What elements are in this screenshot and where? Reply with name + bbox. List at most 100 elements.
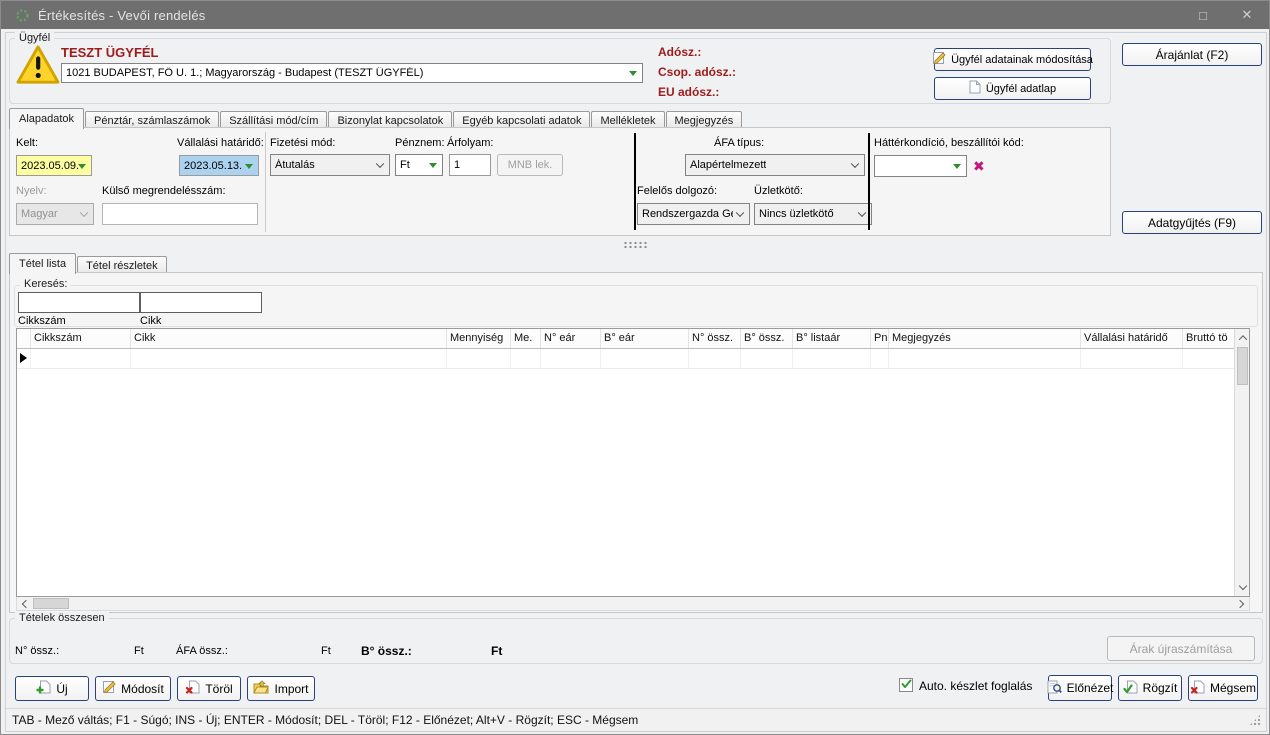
currency-select[interactable]: Ft [395,154,443,176]
resize-grip[interactable] [1249,714,1261,726]
language-select[interactable]: Magyar [16,203,94,225]
agent-select[interactable]: Nincs üzletkötő [754,203,872,225]
delete-icon [185,680,200,697]
language-value: Magyar [21,208,58,220]
date-field[interactable]: 2023.05.09. [16,155,92,176]
cancel-icon [1190,680,1205,697]
background-condition-select[interactable] [874,155,967,177]
tab-alapadatok[interactable]: Alapadatok [9,108,85,129]
save-icon [1123,680,1138,697]
background-condition-label: Háttérkondíció, beszállítói kód: [874,137,1024,149]
customer-modify-label: Ügyfél adatainak módosítása [951,53,1093,66]
close-button[interactable]: ✕ [1225,1,1269,29]
customer-group-label: Ügyfél [15,32,55,44]
exchange-rate-input[interactable]: 1 [449,154,491,176]
horizontal-scrollbar[interactable] [16,597,1250,611]
responsible-select[interactable]: Rendszergazda Ge [637,203,750,225]
customer-address-select[interactable]: 1021 BUDAPEST, FŐ U. 1.; Magyarország - … [61,63,643,83]
basic-data-panel: Kelt: 2023.05.09. Vállalási határidő: 20… [9,127,1111,236]
items-table: Cikkszám Cikk Mennyiség Me. N° eár B° eá… [16,328,1250,597]
status-bar-text: TAB - Mező váltás; F1 - Súgó; INS - Új; … [12,713,639,727]
col-vallalasi-hatarido[interactable]: Vállalási határidő [1081,329,1183,348]
app-window: Értékesítés - Vevői rendelés □ ✕ Ügyfél … [0,0,1270,735]
auto-stock-label[interactable]: Auto. készlet foglalás [919,679,1032,693]
vat-total-label: ÁFA össz.: [176,645,228,657]
tab-tetel-lista[interactable]: Tétel lista [9,253,77,274]
group-tax-number-label: Csop. adósz.: [658,65,737,79]
deadline-field[interactable]: 2023.05.13. [179,155,259,176]
recalculate-prices-button[interactable]: Árak újraszámítása [1107,636,1255,661]
col-brutto-listaar[interactable]: B° listaár [793,329,871,348]
vat-type-value: Alapértelmezett [690,159,767,171]
scroll-down-icon[interactable] [1235,580,1249,595]
vertical-scrollbar-thumb[interactable] [1237,347,1248,385]
splitter-handle[interactable] [9,240,1263,249]
responsible-label: Felelős dolgozó: [637,185,718,197]
external-order-input[interactable] [102,203,258,225]
chevron-down-icon [850,159,860,169]
col-me[interactable]: Me. [511,329,541,348]
table-row[interactable] [17,349,1249,369]
payment-method-select[interactable]: Átutalás [270,154,390,176]
data-collection-label: Adatgyűjtés (F9) [1147,215,1237,230]
new-item-button[interactable]: Új [15,676,89,701]
preview-button[interactable]: Előnézet [1047,675,1113,701]
customer-datasheet-button[interactable]: Ügyfél adatlap [934,77,1091,100]
payment-method-value: Átutalás [275,159,315,171]
responsible-value: Rendszergazda Ge [642,208,733,220]
tax-number-label: Adósz.: [658,45,702,59]
chevron-down-icon [629,71,637,76]
col-brutto-egysegar[interactable]: B° eár [601,329,689,348]
totals-group-label: Tételek összesen [15,612,109,624]
import-icon [253,680,270,697]
deadline-label: Vállalási határidő: [177,137,264,149]
modify-item-button[interactable]: Módosít [95,676,171,701]
vat-type-select[interactable]: Alapértelmezett [685,154,865,176]
chevron-down-icon [375,159,385,169]
recalculate-prices-label: Árak újraszámítása [1129,641,1233,656]
search-name-input[interactable] [140,292,262,313]
col-brutto-tomeg[interactable]: Bruttó tö [1183,329,1234,348]
col-brutto-osszesen[interactable]: B° össz. [741,329,793,348]
items-table-header: Cikkszám Cikk Mennyiség Me. N° eár B° eá… [17,329,1249,349]
main-tabstrip: Alapadatok Pénztár, számlaszámok Szállítás… [9,108,743,129]
scroll-right-icon[interactable] [1234,596,1249,611]
col-netto-egysegar[interactable]: N° eár [541,329,601,348]
eu-tax-number-label: EU adósz.: [658,85,720,99]
col-cikk[interactable]: Cikk [131,329,447,348]
add-icon [36,680,51,697]
col-pn[interactable]: Pn. [871,329,889,348]
net-total-currency: Ft [134,645,144,657]
window-title: Értékesítés - Vevői rendelés [38,7,206,23]
search-code-label: Cikkszám [18,315,66,327]
scroll-up-icon[interactable] [1235,330,1249,345]
search-name-label: Cikk [140,315,162,327]
horizontal-scrollbar-thumb[interactable] [33,598,69,609]
cancel-button[interactable]: Mégsem [1188,675,1258,701]
data-collection-button[interactable]: Adatgyűjtés (F9) [1122,211,1262,234]
delete-item-button[interactable]: Töröl [177,676,241,701]
save-button[interactable]: Rögzít [1118,675,1182,701]
quote-button[interactable]: Árajánlat (F2) [1122,43,1262,66]
mnb-lookup-button[interactable]: MNB lek. [497,154,563,176]
maximize-button[interactable]: □ [1181,1,1225,29]
row-selector-cell[interactable] [17,349,31,368]
col-mennyiseg[interactable]: Mennyiség [447,329,511,348]
search-group-label: Keresés: [20,278,72,290]
chevron-down-icon [78,163,86,169]
status-bar: TAB - Mező váltás; F1 - Súgó; INS - Új; … [6,708,1266,731]
agent-value: Nincs üzletkötő [759,208,834,220]
search-code-input[interactable] [18,292,140,313]
auto-stock-checkbox[interactable] [899,678,913,692]
title-bar[interactable]: Értékesítés - Vevői rendelés □ ✕ [1,1,1269,29]
col-megjegyzes[interactable]: Megjegyzés [889,329,1081,348]
scroll-left-icon[interactable] [17,596,32,611]
vertical-scrollbar[interactable] [1234,329,1249,596]
clear-icon[interactable]: ✖ [973,159,985,173]
col-netto-osszesen[interactable]: N° össz. [689,329,741,348]
import-button[interactable]: Import [247,676,315,701]
col-cikkszam[interactable]: Cikkszám [31,329,131,348]
current-row-marker-icon [20,353,27,363]
customer-modify-button[interactable]: Ügyfél adatainak módosítása [933,48,1093,71]
items-tabstrip: Tétel lista Tétel részletek [9,253,168,274]
